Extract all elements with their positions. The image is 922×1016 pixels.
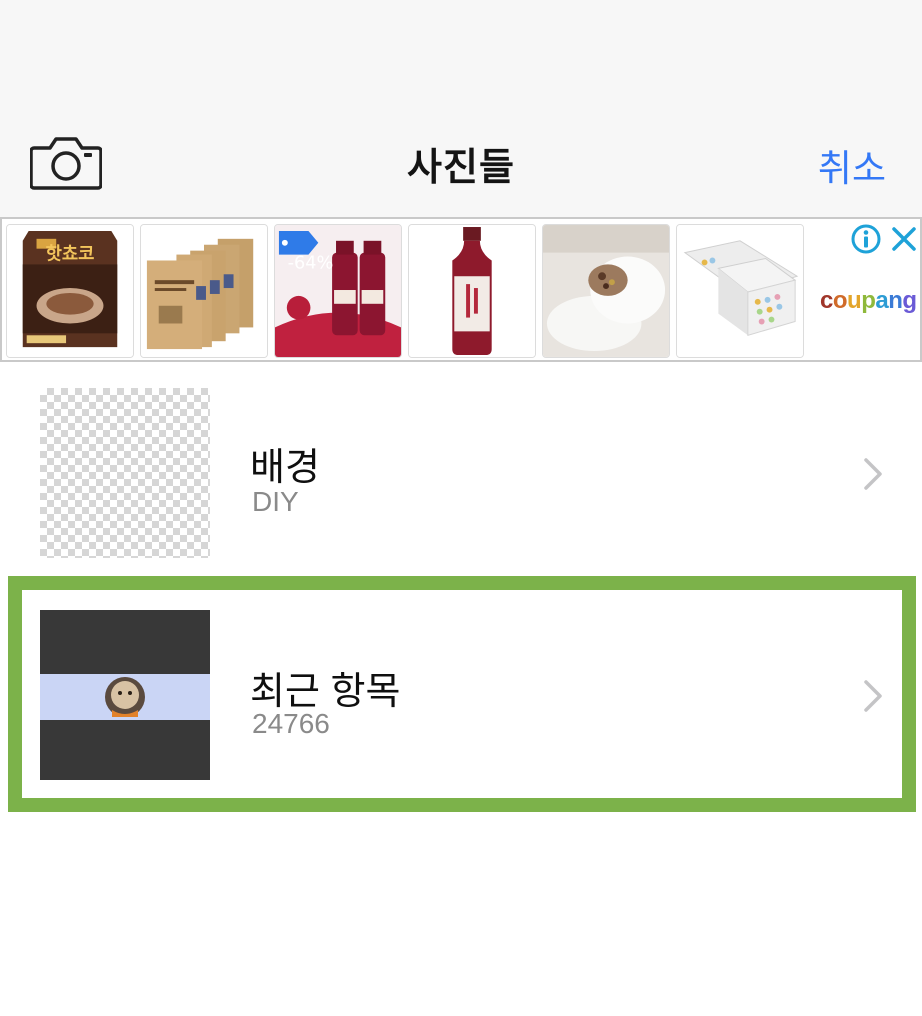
album-count: 24766 xyxy=(252,708,330,739)
info-icon[interactable] xyxy=(850,223,882,255)
ad-banner[interactable]: 핫쵸코 -64% coupang xyxy=(0,217,922,362)
ad-product-hot-chocolate[interactable]: 핫쵸코 xyxy=(6,224,134,358)
ad-product-pomegranate-juice[interactable]: -64% xyxy=(274,224,402,358)
navigation-bar: 사진들 취소 xyxy=(0,0,922,217)
ad-product-label: 핫쵸코 xyxy=(46,244,95,265)
close-icon[interactable] xyxy=(888,223,920,255)
page-title: 사진들 xyxy=(407,147,515,189)
ad-brand-logo[interactable]: coupang xyxy=(820,287,917,315)
ad-product-gift-box[interactable] xyxy=(676,224,804,358)
chevron-right-icon xyxy=(864,680,882,712)
chevron-right-icon xyxy=(864,458,882,490)
ad-product-rice-cake[interactable] xyxy=(542,224,670,358)
album-row-background[interactable]: 배경 DIY xyxy=(0,372,922,572)
cancel-button[interactable]: 취소 xyxy=(818,138,886,192)
album-thumbnail-transparent xyxy=(40,388,210,558)
ad-product-juice-bottle[interactable] xyxy=(408,224,536,358)
ad-discount-badge: -64% xyxy=(288,253,334,273)
album-count: DIY xyxy=(252,486,299,517)
ad-product-kraft-bags[interactable] xyxy=(140,224,268,358)
album-name: 배경 xyxy=(250,447,320,489)
album-row-recents[interactable]: 최근 항목 24766 xyxy=(0,596,922,796)
album-thumbnail-recents xyxy=(40,610,210,780)
album-name: 최근 항목 xyxy=(250,671,401,713)
